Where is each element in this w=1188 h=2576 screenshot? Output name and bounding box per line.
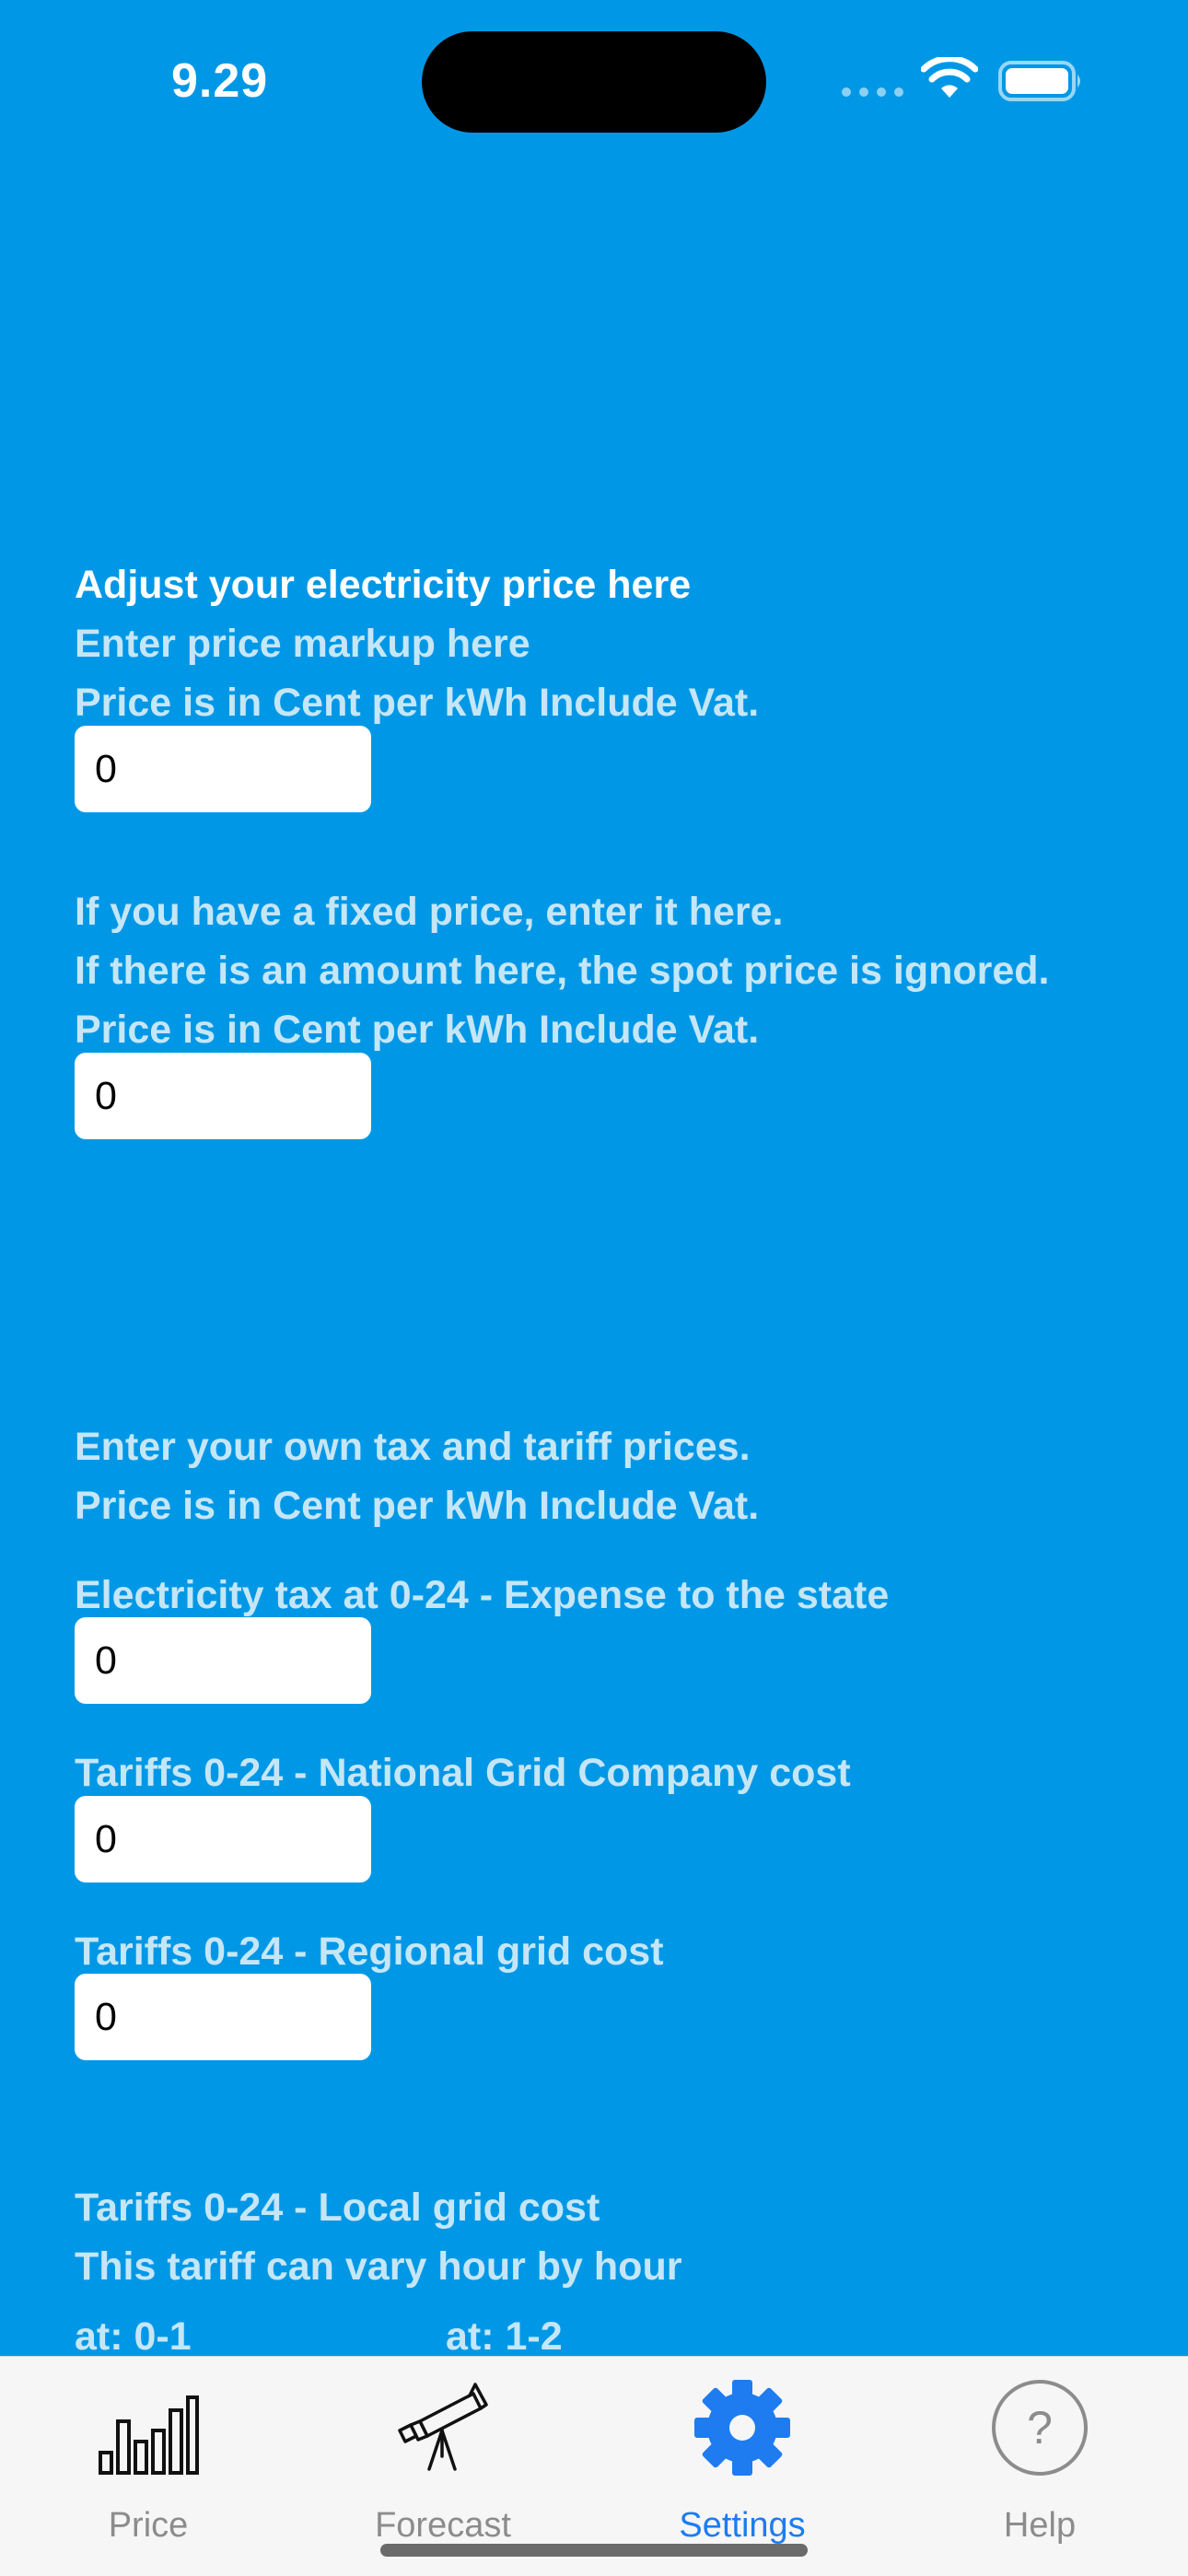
national-grid-input[interactable]: 0 [75, 1796, 371, 1882]
electricity-tax-label: Electricity tax at 0-24 - Expense to the… [75, 1573, 890, 1617]
electricity-tax-input[interactable]: 0 [75, 1617, 371, 1704]
regional-grid-label: Tariffs 0-24 - Regional grid cost [75, 1929, 664, 1974]
local-grid-note: This tariff can vary hour by hour [75, 2244, 682, 2289]
markup-instruction: Enter price markup here [75, 622, 530, 666]
local-grid-label: Tariffs 0-24 - Local grid cost [75, 2186, 600, 2230]
tax-tariff-instruction: Enter your own tax and tariff prices. [75, 1425, 751, 1469]
local-grid-hour-label: at: 0-1 [75, 2314, 192, 2357]
home-indicator [380, 2544, 808, 2557]
tab-label: Forecast [375, 2506, 511, 2545]
tab-help[interactable]: ? Help [891, 2357, 1188, 2576]
local-grid-hour-label: at: 1-2 [446, 2314, 563, 2357]
question-icon: ? [992, 2380, 1088, 2476]
fixed-price-note: If there is an amount here, the spot pri… [75, 949, 1050, 993]
tax-tariff-unit-note: Price is in Cent per kWh Include Vat. [75, 1484, 760, 1528]
fixed-price-unit-note: Price is in Cent per kWh Include Vat. [75, 1008, 760, 1052]
tab-label: Help [1003, 2506, 1077, 2545]
tab-price[interactable]: Price [0, 2357, 297, 2576]
regional-grid-input[interactable]: 0 [75, 1974, 371, 2060]
telescope-icon [398, 2383, 488, 2471]
markup-input[interactable]: 0 [75, 726, 371, 812]
fixed-price-instruction: If you have a fixed price, enter it here… [75, 890, 784, 934]
tab-label: Price [108, 2506, 189, 2545]
national-grid-label: Tariffs 0-24 - National Grid Company cos… [75, 1751, 851, 1795]
fixed-price-input[interactable]: 0 [75, 1053, 371, 1139]
gear-icon [694, 2380, 790, 2476]
markup-heading: Adjust your electricity price here [75, 563, 692, 607]
markup-unit-note: Price is in Cent per kWh Include Vat. [75, 681, 760, 725]
settings-content[interactable]: Adjust your electricity price here Enter… [0, 0, 1188, 2356]
tab-label: Settings [679, 2506, 806, 2545]
svg-text:?: ? [1027, 2402, 1053, 2454]
tab-bar: Price Forecast Settings ? Help [0, 2356, 1188, 2576]
bar-chart-icon [99, 2395, 199, 2475]
